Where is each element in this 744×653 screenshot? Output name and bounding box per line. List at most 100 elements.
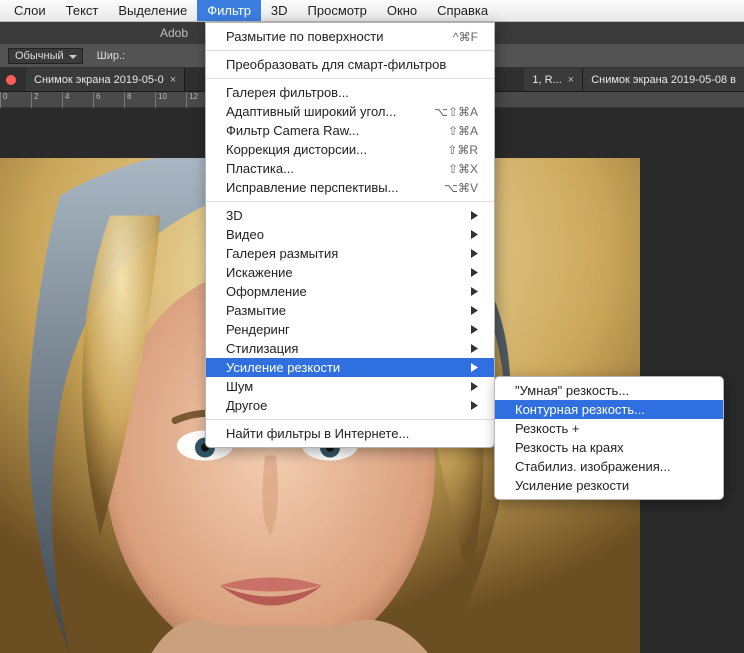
menu-item-label: Размытие: [226, 303, 286, 318]
submenu-arrow-icon: [471, 401, 478, 410]
submenu-arrow-icon: [471, 306, 478, 315]
menubar-item-справка[interactable]: Справка: [427, 0, 498, 21]
menu-item[interactable]: Исправление перспективы... ⌥⌘V: [206, 178, 494, 197]
menu-item[interactable]: Размытие по поверхности ^⌘F: [206, 27, 494, 46]
menu-shortcut: ⌥⇧⌘A: [434, 105, 478, 119]
menu-item-label: Оформление: [226, 284, 307, 299]
submenu-item[interactable]: Стабилиз. изображения...: [495, 457, 723, 476]
menu-item[interactable]: Усиление резкости: [206, 358, 494, 377]
ruler-tick: 8: [124, 92, 131, 108]
blend-mode-select[interactable]: Обычный: [8, 48, 83, 64]
menu-item[interactable]: Коррекция дисторсии... ⇧⌘R: [206, 140, 494, 159]
submenu-arrow-icon: [471, 363, 478, 372]
menu-item[interactable]: Искажение: [206, 263, 494, 282]
menu-item-label: Стилизация: [226, 341, 298, 356]
menu-item[interactable]: Другое: [206, 396, 494, 415]
submenu-arrow-icon: [471, 344, 478, 353]
submenu-arrow-icon: [471, 230, 478, 239]
menu-item[interactable]: Преобразовать для смарт-фильтров: [206, 55, 494, 74]
width-label: Шир.:: [97, 50, 125, 62]
document-tab[interactable]: 1, R... ×: [524, 68, 583, 91]
menu-shortcut: ⇧⌘R: [447, 143, 478, 157]
menu-item-label: 3D: [226, 208, 243, 223]
submenu-item[interactable]: Резкость на краях: [495, 438, 723, 457]
menu-shortcut: ^⌘F: [453, 30, 478, 44]
menu-item-label: Размытие по поверхности: [226, 29, 383, 44]
submenu-item[interactable]: Усиление резкости: [495, 476, 723, 495]
ruler-tick: 4: [62, 92, 69, 108]
submenu-arrow-icon: [471, 287, 478, 296]
tab-label: Снимок экрана 2019-05-0: [34, 74, 164, 86]
menu-item[interactable]: Размытие: [206, 301, 494, 320]
menu-item-label: Шум: [226, 379, 253, 394]
ruler-tick: 10: [155, 92, 167, 108]
submenu-item-label: Усиление резкости: [515, 478, 629, 493]
submenu-item-label: Резкость +: [515, 421, 580, 436]
menu-item-label: Исправление перспективы...: [226, 180, 398, 195]
submenu-arrow-icon: [471, 382, 478, 391]
menubar-item-3d[interactable]: 3D: [261, 0, 298, 21]
menu-separator: [206, 419, 494, 420]
submenu-arrow-icon: [471, 268, 478, 277]
menubar-item-слои[interactable]: Слои: [4, 0, 56, 21]
filter-menu: Размытие по поверхности ^⌘F Преобразовать …: [205, 22, 495, 448]
submenu-item-label: Контурная резкость...: [515, 402, 645, 417]
menu-shortcut: ⇧⌘X: [448, 162, 478, 176]
menu-item[interactable]: Фильтр Camera Raw... ⇧⌘A: [206, 121, 494, 140]
document-tab[interactable]: Снимок экрана 2019-05-08 в: [583, 68, 744, 91]
menu-separator: [206, 78, 494, 79]
menu-shortcut: ⌥⌘V: [444, 181, 478, 195]
menu-item-label: Фильтр Camera Raw...: [226, 123, 359, 138]
menu-item-label: Найти фильтры в Интернете...: [226, 426, 409, 441]
window-close-dot[interactable]: [6, 75, 16, 85]
menu-separator: [206, 50, 494, 51]
submenu-item[interactable]: Контурная резкость...: [495, 400, 723, 419]
sharpen-submenu: "Умная" резкость... Контурная резкость...…: [494, 376, 724, 500]
menu-item[interactable]: Стилизация: [206, 339, 494, 358]
ruler-tick: 12: [186, 92, 198, 108]
menu-item[interactable]: 3D: [206, 206, 494, 225]
submenu-item[interactable]: Резкость +: [495, 419, 723, 438]
submenu-arrow-icon: [471, 211, 478, 220]
menu-item[interactable]: Галерея фильтров...: [206, 83, 494, 102]
menubar-item-текст[interactable]: Текст: [56, 0, 109, 21]
menu-item[interactable]: Оформление: [206, 282, 494, 301]
submenu-arrow-icon: [471, 325, 478, 334]
menu-item-label: Рендеринг: [226, 322, 290, 337]
menu-item[interactable]: Найти фильтры в Интернете...: [206, 424, 494, 443]
close-icon[interactable]: ×: [170, 74, 176, 86]
ruler-tick: 2: [31, 92, 38, 108]
menu-item[interactable]: Пластика... ⇧⌘X: [206, 159, 494, 178]
menubar-item-выделение[interactable]: Выделение: [108, 0, 197, 21]
menu-separator: [206, 201, 494, 202]
menu-item-label: Преобразовать для смарт-фильтров: [226, 57, 446, 72]
menu-item-label: Видео: [226, 227, 264, 242]
submenu-item-label: "Умная" резкость...: [515, 383, 629, 398]
ruler-tick: 6: [93, 92, 100, 108]
menu-item[interactable]: Адаптивный широкий угол... ⌥⇧⌘A: [206, 102, 494, 121]
app-title: Adob: [160, 26, 188, 40]
menubar-item-фильтр[interactable]: Фильтр: [197, 0, 261, 21]
menu-item-label: Пластика...: [226, 161, 294, 176]
menu-item-label: Искажение: [226, 265, 293, 280]
ruler-tick: 0: [0, 92, 7, 108]
submenu-item[interactable]: "Умная" резкость...: [495, 381, 723, 400]
tab-label: Снимок экрана 2019-05-08 в: [591, 74, 736, 86]
menu-item-label: Адаптивный широкий угол...: [226, 104, 396, 119]
menu-item[interactable]: Шум: [206, 377, 494, 396]
menu-shortcut: ⇧⌘A: [448, 124, 478, 138]
menu-item[interactable]: Рендеринг: [206, 320, 494, 339]
menubar: СлоиТекстВыделениеФильтр3DПросмотрОкноСп…: [0, 0, 744, 22]
menubar-item-просмотр[interactable]: Просмотр: [298, 0, 377, 21]
menu-item-label: Другое: [226, 398, 267, 413]
menu-item[interactable]: Галерея размытия: [206, 244, 494, 263]
menu-item-label: Усиление резкости: [226, 360, 340, 375]
menu-item-label: Галерея размытия: [226, 246, 338, 261]
menu-item[interactable]: Видео: [206, 225, 494, 244]
document-tab[interactable]: Снимок экрана 2019-05-0 ×: [26, 68, 185, 91]
menubar-item-окно[interactable]: Окно: [377, 0, 427, 21]
tab-label: 1, R...: [532, 74, 561, 86]
close-icon[interactable]: ×: [568, 74, 574, 86]
menu-item-label: Коррекция дисторсии...: [226, 142, 367, 157]
submenu-item-label: Резкость на краях: [515, 440, 624, 455]
